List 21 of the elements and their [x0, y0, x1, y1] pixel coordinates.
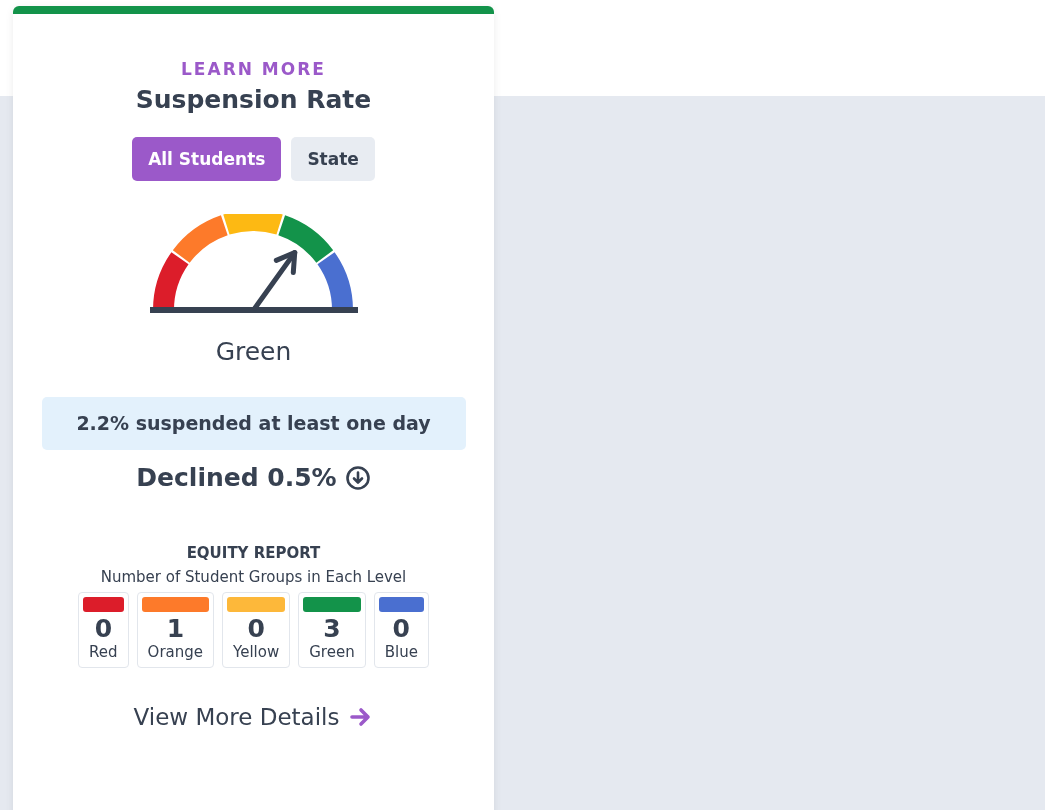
level-name: Blue — [383, 643, 419, 661]
equity-title: EQUITY REPORT — [186, 544, 321, 562]
level-count: 0 — [94, 614, 113, 643]
level-count: 0 — [247, 614, 265, 643]
level-count: 1 — [166, 614, 185, 643]
learn-more-link[interactable]: LEARN MORE — [181, 59, 326, 79]
rate-banner: 2.2% suspended at least one day — [41, 397, 466, 450]
filter-toggle[interactable]: State — [291, 137, 375, 181]
card-title: Suspension Rate — [135, 85, 372, 114]
down-arrow-circle-icon — [344, 464, 371, 491]
level-name: Green — [308, 643, 356, 661]
change-text: Declined 0.5% — [136, 463, 337, 492]
view-details-link[interactable]: View More Details — [133, 704, 374, 730]
filter-toggle[interactable]: All Students — [132, 137, 282, 181]
equity-subtitle: Number of Student Groups in Each Level — [100, 568, 407, 586]
level-name: Orange — [146, 643, 205, 661]
level-count: 3 — [323, 614, 341, 643]
level-name: Yellow — [232, 643, 281, 661]
gauge-level-label: Green — [215, 337, 292, 366]
level-count: 0 — [392, 614, 410, 643]
level-name: Red — [88, 643, 119, 661]
